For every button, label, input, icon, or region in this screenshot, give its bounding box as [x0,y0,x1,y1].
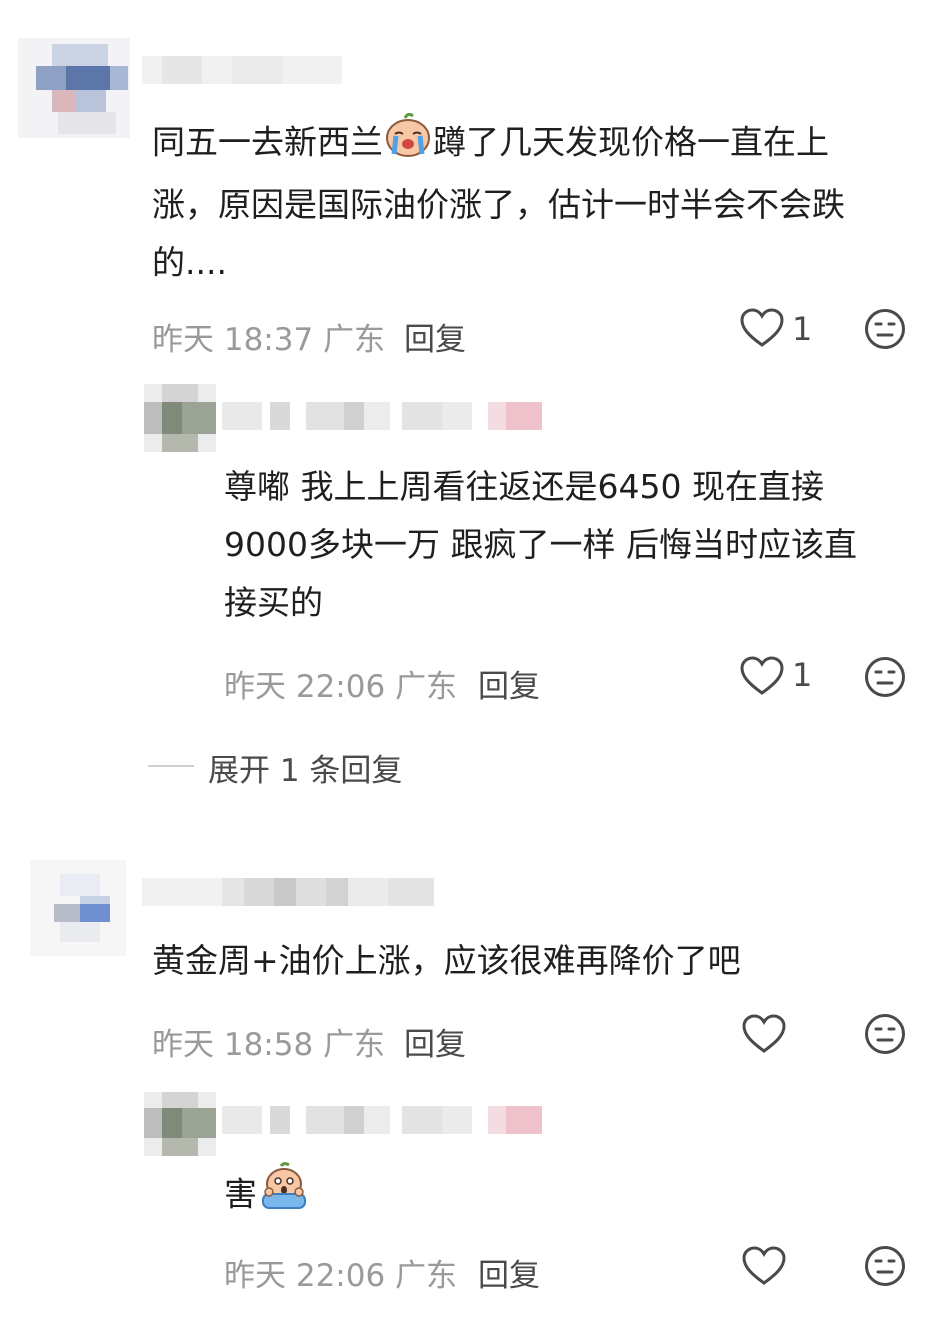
comment-text: 黄金周+油价上涨，应该很难再降价了吧 [152,932,912,990]
dislike-button[interactable] [864,308,906,350]
comment-text-line1: 同五一去新西兰 [152,122,383,162]
like-count: 1 [792,310,813,348]
heart-outline-icon [742,1014,786,1053]
reply-meta: 昨天 22:06 广东 [224,661,457,706]
like-button[interactable] [740,656,784,696]
avatar[interactable] [18,38,130,138]
comment-text-line1b: 蹲了几天发现价格一直在上 [433,122,829,162]
like-button[interactable] [742,1014,786,1054]
timestamp: 昨天 22:06 [224,1258,386,1294]
comment-meta: 昨天 18:58 广东 [152,1019,385,1064]
location: 广东 [323,322,386,358]
location: 广东 [395,669,458,705]
location: 广东 [395,1258,458,1294]
dislike-button[interactable] [864,1245,906,1287]
dislike-button[interactable] [864,656,906,698]
avatar[interactable] [144,1092,216,1156]
timestamp: 昨天 22:06 [224,669,386,705]
expand-replies-button[interactable]: 展开 1 条回复 [208,745,402,790]
expand-divider [148,765,194,767]
scared-emoji-icon [257,1162,311,1230]
comment-text-line1: 黄金周+油价上涨，应该很难再降价了吧 [152,941,741,980]
username-blurred[interactable] [222,1106,562,1134]
username-blurred[interactable] [142,878,434,906]
reply-meta: 昨天 22:06 广东 [224,1250,457,1295]
crying-emoji-icon [383,112,433,176]
reply-text: 害 [224,1162,914,1230]
timestamp: 昨天 18:58 [152,1027,314,1063]
neutral-face-icon [865,1014,905,1054]
heart-outline-icon [742,1246,786,1285]
neutral-face-icon [865,309,905,349]
heart-outline-icon [740,308,784,347]
like-count: 1 [792,656,813,694]
reply-button[interactable]: 回复 [478,1250,540,1295]
reply-text-line2: 9000多块一万 跟疯了一样 后悔当时应该直 [224,525,857,564]
reply-button[interactable]: 回复 [404,314,466,359]
heart-outline-icon [740,656,784,695]
timestamp: 昨天 18:37 [152,322,314,358]
like-button[interactable] [742,1246,786,1286]
comment-text-line2: 涨，原因是国际油价涨了，估计一时半会不会跌 [152,185,845,224]
username-blurred[interactable] [142,56,342,84]
neutral-face-icon [865,1246,905,1286]
neutral-face-icon [865,657,905,697]
reply-button[interactable]: 回复 [478,661,540,706]
reply-button[interactable]: 回复 [404,1019,466,1064]
reply-text-line1: 害 [224,1174,257,1214]
avatar[interactable] [30,860,126,956]
location: 广东 [323,1027,386,1063]
comment-text-line3: 的.... [152,243,227,282]
username-blurred[interactable] [222,402,562,430]
comment-meta: 昨天 18:37 广东 [152,314,385,359]
dislike-button[interactable] [864,1013,906,1055]
like-button[interactable] [740,308,784,348]
comment-text: 同五一去新西兰 蹲了几天发现价格一直在上 涨，原因是国际油价涨了，估计一时半会不… [152,112,912,292]
reply-text-line3: 接买的 [224,583,323,622]
reply-text: 尊嘟 我上上周看往返还是6450 现在直接 9000多块一万 跟疯了一样 后悔当… [224,458,914,632]
avatar[interactable] [144,384,216,452]
reply-text-line1: 尊嘟 我上上周看往返还是6450 现在直接 [224,467,824,506]
